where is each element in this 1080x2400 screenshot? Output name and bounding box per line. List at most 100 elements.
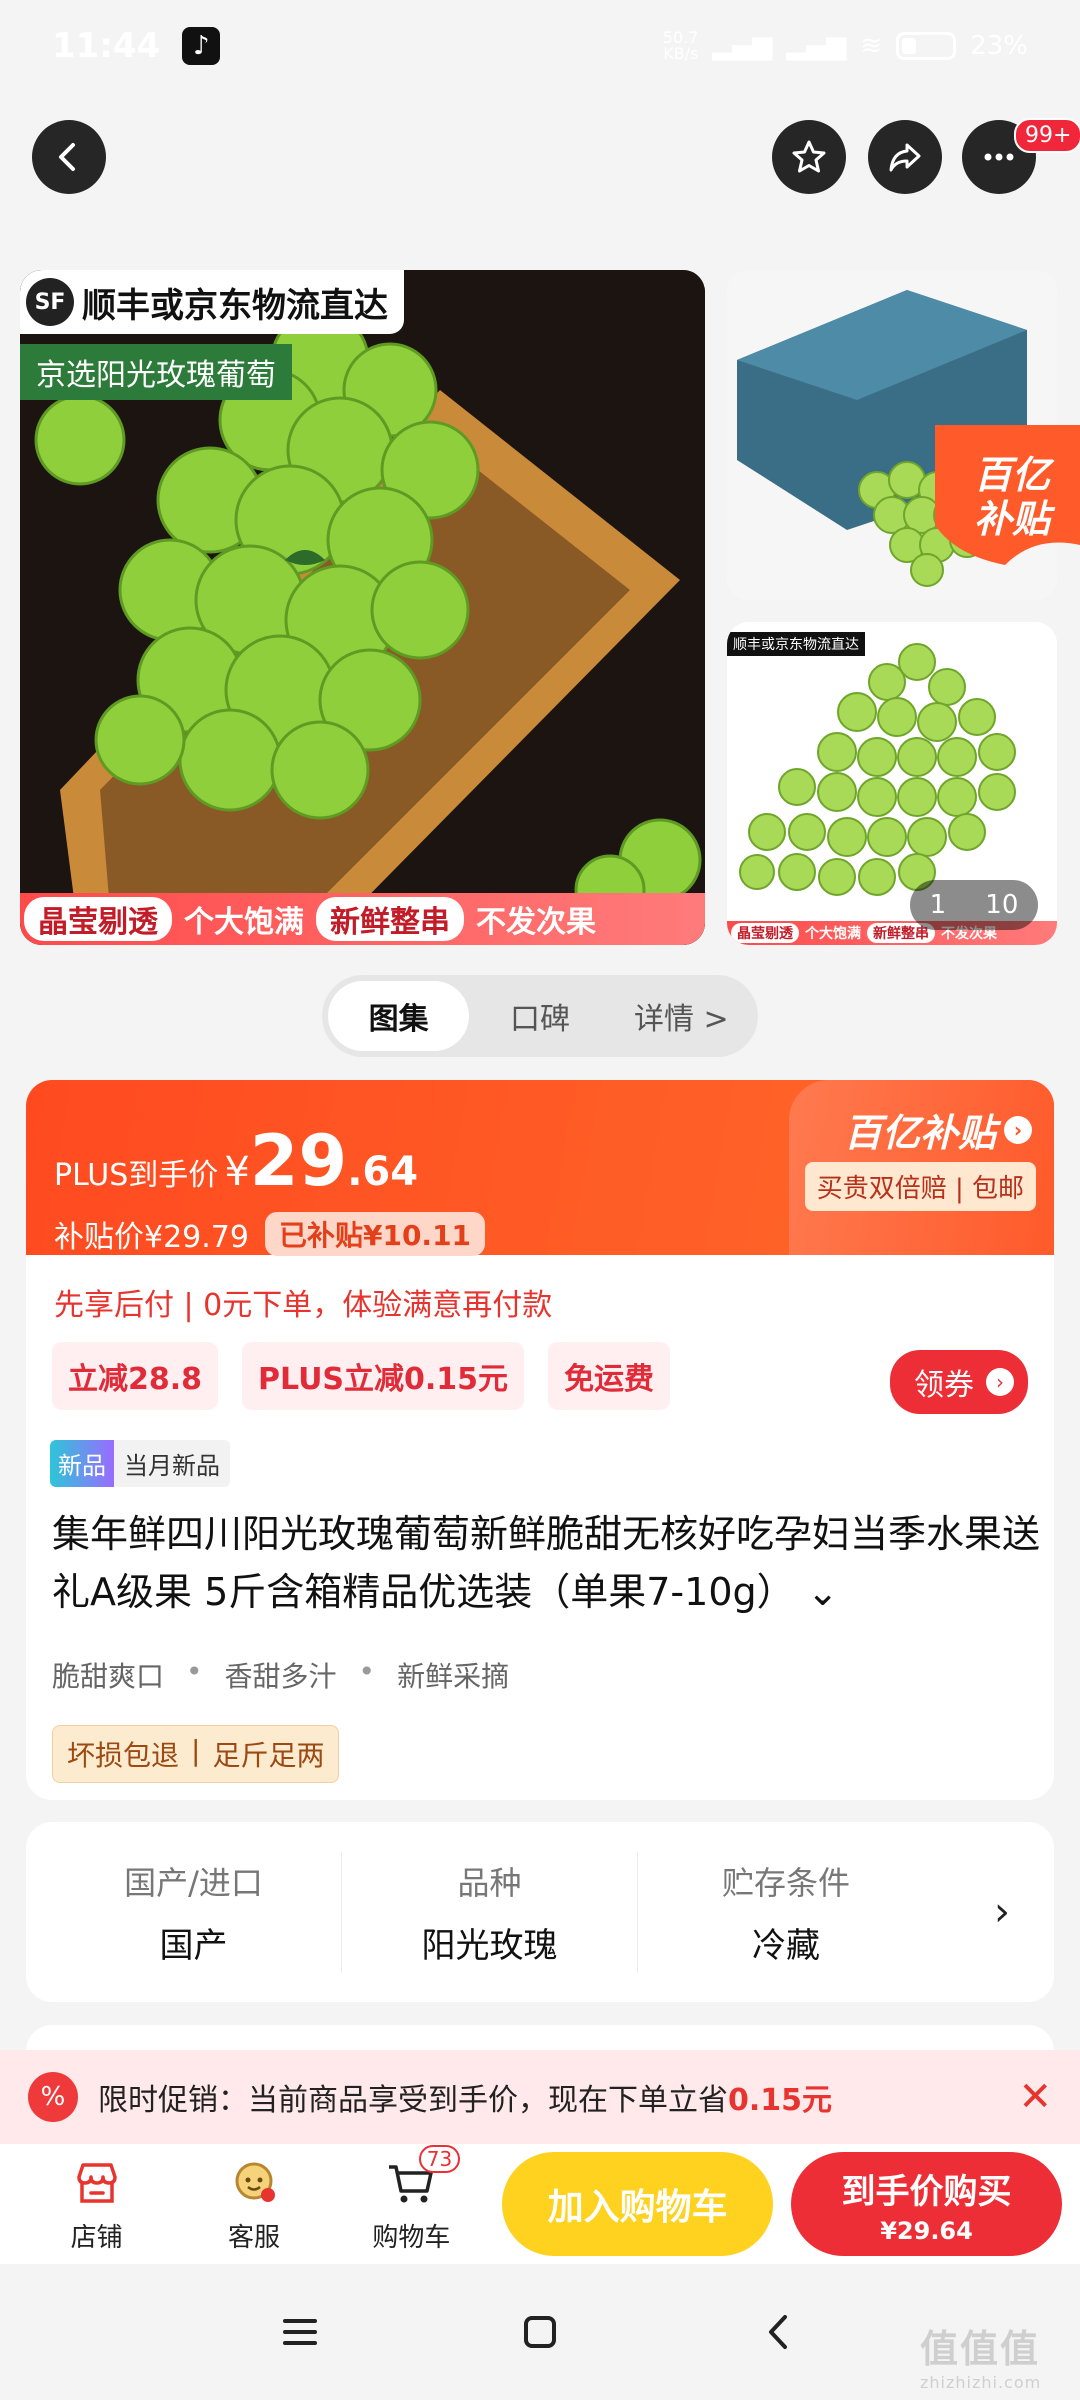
back-button[interactable]	[32, 120, 106, 194]
feature-strip: 晶莹剔透 个大饱满 新鲜整串 不发次果	[20, 893, 705, 945]
get-coupon-label: 领券	[914, 1368, 974, 1403]
chevron-down-icon[interactable]: ⌄	[795, 1570, 839, 1614]
battery-level: 23%	[970, 31, 1028, 61]
subsidy-price-row: 补贴价¥29.79 已补贴¥10.11	[54, 1212, 1026, 1256]
variety-label: 京选阳光玫瑰葡萄	[20, 344, 292, 400]
share-icon	[889, 143, 921, 172]
promo-banner[interactable]: % 限时促销：当前商品享受到手价，现在下单立省 0.15元 ✕	[0, 2050, 1080, 2144]
add-to-cart-button[interactable]: 加入购物车	[502, 2152, 774, 2256]
new-tag-badge: 新品	[50, 1440, 114, 1487]
feature-strip-small-item: 个大饱满	[805, 926, 861, 942]
cart-button[interactable]: 73 购物车	[333, 2144, 490, 2254]
sf-logo-icon: SF	[26, 278, 74, 326]
guarantee-item: 坏损包退	[67, 1739, 180, 1772]
subsidy-corner-label: 百亿补贴	[973, 453, 1050, 541]
sf-delivery-badge: SF 顺丰或京东物流直达	[20, 270, 404, 334]
chevron-right-icon: ›	[1004, 1115, 1032, 1144]
customer-service-label: 客服	[228, 2222, 281, 2253]
close-icon[interactable]: ✕	[1018, 2074, 1052, 2120]
bottom-action-bar: 店铺 客服 73 购物车 加入购物车 到手价购买 ¥29.64	[0, 2144, 1080, 2264]
feature-strip-item: 新鲜整串	[316, 897, 464, 941]
main-product-image[interactable]: SF 顺丰或京东物流直达 京选阳光玫瑰葡萄 晶莹剔透 个大饱满 新鲜整串 不发次…	[20, 270, 705, 945]
attributes-card[interactable]: 国产/进口 国产 品种 阳光玫瑰 贮存条件 冷藏 ›	[26, 1822, 1054, 2002]
watermark-sub: zhizhizhi.com	[920, 2373, 1042, 2392]
wifi-icon: ≋	[860, 31, 883, 61]
more-icon	[984, 153, 1014, 161]
currency-symbol: ¥	[224, 1149, 250, 1195]
divider: |	[191, 1734, 201, 1767]
network-speed-unit: KB/s	[663, 44, 699, 63]
battery-icon	[896, 32, 957, 60]
cart-label: 购物车	[372, 2222, 451, 2253]
attribute-variety: 品种 阳光玫瑰	[342, 1851, 638, 1973]
new-tag-text: 当月新品	[124, 1452, 220, 1480]
subsidy-price-label: 补贴价¥29.79	[54, 1220, 249, 1255]
watermark: 值值值 zhizhizhi.com	[920, 2318, 1041, 2392]
customer-service-button[interactable]: 客服	[175, 2155, 332, 2254]
tab-reviews[interactable]: 口碑	[469, 981, 610, 1051]
status-time: 11:44	[52, 26, 161, 66]
pay-later-text[interactable]: 先享后付 | 0元下单，体验满意再付款	[54, 1280, 552, 1324]
share-button[interactable]	[868, 120, 942, 194]
buy-now-button[interactable]: 到手价购买 ¥29.64	[791, 2152, 1062, 2256]
message-badge: 99+	[1014, 118, 1080, 153]
favorite-button[interactable]	[772, 120, 846, 194]
price-decimal: .64	[347, 1149, 419, 1195]
promo-amount: 0.15元	[728, 2083, 833, 2118]
price-header: PLUS到手价 ¥ 29 .64 补贴价¥29.79 已补贴¥10.11 百亿补…	[26, 1080, 1054, 1256]
attribute-origin: 国产/进口 国产	[46, 1851, 342, 1973]
subsidy-corner-badge: 百亿补贴	[915, 425, 1080, 590]
star-icon	[792, 140, 826, 173]
get-coupon-button[interactable]: 领券 ›	[890, 1350, 1028, 1414]
buy-now-label: 到手价购买	[841, 2171, 1012, 2212]
feature-item: 香甜多汁	[224, 1660, 337, 1693]
feature-item: 新鲜采摘	[397, 1660, 510, 1693]
bullet-separator: •	[358, 1655, 376, 1688]
signal-icon: ▂▄▆	[712, 31, 773, 61]
price-card: PLUS到手价 ¥ 29 .64 补贴价¥29.79 已补贴¥10.11 百亿补…	[26, 1080, 1054, 1800]
buy-now-price: ¥29.64	[880, 2216, 973, 2245]
menu-icon[interactable]	[277, 2309, 323, 2355]
watermark-main: 值值值	[920, 2327, 1041, 2371]
tab-details[interactable]: 详情 >	[611, 981, 752, 1051]
image-counter-total: 10	[985, 890, 1019, 920]
sf-delivery-small-badge: 顺丰或京东物流直达	[727, 632, 865, 656]
attribute-key: 品种	[457, 1863, 522, 1902]
price-integer: 29	[249, 1120, 348, 1202]
attribute-value: 国产	[159, 1925, 228, 1966]
new-product-tag: 新品 当月新品	[50, 1440, 230, 1487]
feature-item: 脆甜爽口	[52, 1660, 165, 1693]
cart-count-badge: 73	[418, 2144, 461, 2173]
chevron-left-icon	[59, 143, 75, 171]
chevron-right-icon: ›	[986, 1368, 1014, 1396]
guarantee-item: 足斤足两	[212, 1739, 325, 1772]
image-counter-current: 1	[929, 890, 947, 920]
system-nav-bar	[0, 2264, 1080, 2400]
attribute-key: 贮存条件	[721, 1863, 850, 1902]
image-counter: 1 10	[910, 880, 1038, 930]
subsidy-brand-label: 百亿补贴	[843, 1111, 996, 1155]
gallery-tabs: 图集 口碑 详情 >	[322, 975, 758, 1057]
discount-chip[interactable]: 立减28.8	[52, 1342, 219, 1410]
tab-gallery[interactable]: 图集	[328, 981, 470, 1051]
status-bar: 11:44 ♪ 50.7 KB/s ▂▄▆ ▂▄▆ ≋ 23%	[0, 0, 1080, 92]
attribute-storage: 贮存条件 冷藏	[638, 1852, 934, 1973]
product-title-text: 集年鲜四川阳光玫瑰葡萄新鲜脆甜无核好吃孕妇当季水果送礼A级果 5斤含箱精品优选装…	[52, 1512, 1041, 1614]
back-icon[interactable]	[757, 2309, 803, 2355]
status-right: 50.7 KB/s ▂▄▆ ▂▄▆ ≋ 23%	[663, 30, 1028, 62]
chevron-right-icon[interactable]: ›	[994, 1889, 1034, 1935]
plus-price-label: PLUS到手价	[54, 1158, 219, 1193]
shop-label: 店铺	[70, 2222, 123, 2253]
percent-icon: %	[28, 2072, 78, 2122]
home-icon[interactable]	[517, 2309, 563, 2355]
attribute-key: 国产/进口	[124, 1863, 263, 1902]
discount-chip[interactable]: 免运费	[548, 1342, 671, 1410]
image-gallery: SF 顺丰或京东物流直达 京选阳光玫瑰葡萄 晶莹剔透 个大饱满 新鲜整串 不发次…	[0, 210, 1080, 950]
shop-button[interactable]: 店铺	[18, 2155, 175, 2254]
product-title[interactable]: 集年鲜四川阳光玫瑰葡萄新鲜脆甜无核好吃孕妇当季水果送礼A级果 5斤含箱精品优选装…	[52, 1505, 1042, 1621]
subsidy-brand-link[interactable]: 百亿补贴 ›	[844, 1102, 1032, 1157]
feature-strip-item: 个大饱满	[184, 905, 304, 940]
discount-chip[interactable]: PLUS立减0.15元	[242, 1342, 525, 1410]
guarantee-badge[interactable]: 坏损包退 | 足斤足两	[52, 1725, 340, 1783]
feature-strip-item: 不发次果	[476, 905, 596, 940]
